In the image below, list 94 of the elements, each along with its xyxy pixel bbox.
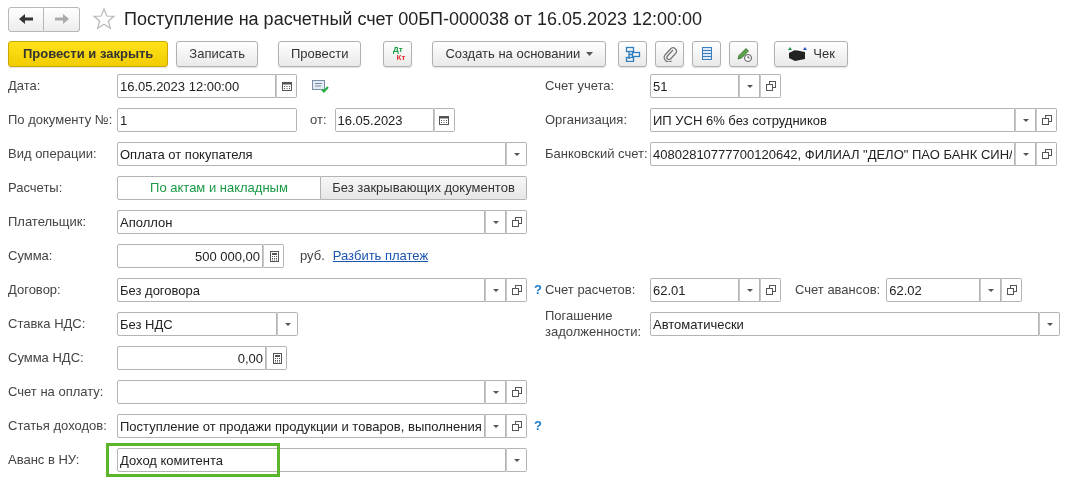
calendar-icon bbox=[280, 80, 293, 92]
input-field[interactable]: Оплата от покупателя bbox=[117, 142, 506, 166]
open-icon bbox=[764, 284, 777, 296]
window-title: Поступление на расчетный счет 00БП-000038 от 16.05.2023 12:00:00 bbox=[124, 7, 703, 31]
open-button[interactable] bbox=[506, 414, 527, 438]
field-label: от: bbox=[310, 111, 327, 130]
input-field[interactable]: Автоматически bbox=[650, 312, 1039, 336]
field-label: Сумма НДС: bbox=[8, 349, 85, 368]
input-field[interactable]: 62.01 bbox=[650, 278, 739, 302]
field-label: По документу №: bbox=[8, 111, 114, 130]
field-label: Вид операции: bbox=[8, 145, 98, 164]
field-label: Организация: bbox=[545, 112, 629, 128]
field-label: Счет учета: bbox=[545, 78, 616, 94]
toolbar-icon-button[interactable] bbox=[692, 40, 722, 67]
input-field[interactable]: ИП УСН 6% без сотрудников bbox=[650, 108, 1015, 132]
open-icon bbox=[1040, 148, 1053, 160]
field-label: Счет на оплату: bbox=[8, 383, 105, 402]
field-label: Аванс в НУ: bbox=[8, 451, 81, 470]
field-label: Плательщик: bbox=[8, 213, 88, 232]
receipt-button[interactable]: Чек bbox=[774, 40, 848, 67]
field-label: Статья доходов: bbox=[8, 417, 108, 436]
input-field[interactable]: 16.05.2023 12:00:00 bbox=[117, 74, 276, 98]
open-icon bbox=[510, 216, 523, 228]
open-button[interactable] bbox=[760, 278, 781, 302]
document-check-icon bbox=[311, 79, 329, 93]
open-icon bbox=[764, 80, 777, 92]
split-payment-link[interactable]: Разбить платеж bbox=[332, 246, 429, 266]
input-field[interactable]: Без договора bbox=[117, 278, 485, 302]
dropdown-button[interactable] bbox=[277, 312, 298, 336]
dropdown-button[interactable] bbox=[506, 142, 527, 166]
input-field[interactable]: Доход комитента bbox=[117, 448, 506, 472]
open-button[interactable] bbox=[1036, 142, 1057, 166]
field-label: Погашение задолженности: bbox=[545, 308, 643, 340]
forward-arrow-icon bbox=[53, 13, 70, 25]
open-icon bbox=[510, 386, 523, 398]
open-button[interactable] bbox=[1001, 278, 1023, 302]
calculator-icon bbox=[270, 352, 283, 364]
open-icon bbox=[510, 284, 523, 296]
toggle-option[interactable]: По актам и накладным bbox=[117, 176, 321, 200]
input-field[interactable]: 51 bbox=[650, 74, 739, 98]
open-icon bbox=[1005, 284, 1018, 296]
toolbar-button[interactable]: Записать bbox=[176, 40, 258, 67]
field-label: Сумма: bbox=[8, 247, 54, 266]
help-link[interactable]: ? bbox=[534, 280, 542, 300]
field-label: Договор: bbox=[8, 281, 62, 300]
calendar-button[interactable] bbox=[276, 74, 297, 98]
open-button[interactable] bbox=[760, 74, 781, 98]
toolbar-icon-button[interactable] bbox=[655, 40, 685, 67]
calendar-button[interactable] bbox=[433, 108, 455, 132]
field-label: Расчеты: bbox=[8, 179, 64, 198]
input-field[interactable]: 500 000,00 bbox=[117, 244, 263, 268]
field-label: Счет расчетов: bbox=[545, 282, 637, 298]
back-button[interactable] bbox=[8, 6, 44, 32]
help-link[interactable]: ? bbox=[534, 416, 542, 436]
back-arrow-icon bbox=[18, 13, 34, 25]
post-and-close-button[interactable]: Провести и закрыть bbox=[8, 40, 169, 67]
input-field[interactable]: 0,00 bbox=[117, 346, 266, 370]
calculator-button[interactable] bbox=[266, 346, 287, 370]
dropdown-button[interactable] bbox=[1039, 312, 1060, 336]
open-icon bbox=[510, 420, 523, 432]
input-field[interactable]: Аполлон bbox=[117, 210, 485, 234]
field-label: Банковский счет: bbox=[545, 146, 649, 162]
toolbar-button[interactable]: Провести bbox=[277, 40, 362, 67]
open-button[interactable] bbox=[1036, 108, 1057, 132]
field-label: Счет авансов: bbox=[795, 281, 881, 300]
dropdown-button[interactable] bbox=[506, 448, 527, 472]
input-field[interactable]: Поступление от продажи продукции и товаров, выполнения bbox=[117, 414, 485, 438]
input-field[interactable]: 1 bbox=[117, 108, 297, 132]
open-button[interactable] bbox=[506, 278, 527, 302]
create-based-on-button[interactable]: Создать на основании bbox=[432, 40, 607, 67]
input-field[interactable]: 62.02 bbox=[886, 278, 981, 302]
toggle-option[interactable]: Без закрывающих документов bbox=[321, 176, 527, 200]
calculator-icon bbox=[267, 250, 280, 262]
star-icon[interactable] bbox=[92, 7, 116, 31]
input-field[interactable]: 16.05.2023 bbox=[334, 108, 434, 132]
calculator-button[interactable] bbox=[263, 244, 284, 268]
toolbar-icon-button[interactable] bbox=[729, 40, 759, 67]
field-label: Дата: bbox=[8, 77, 42, 96]
structure-icon bbox=[624, 45, 641, 62]
input-field[interactable]: Без НДС bbox=[117, 312, 277, 336]
paperclip-icon bbox=[661, 45, 678, 62]
calendar-icon bbox=[438, 114, 450, 126]
pencil-clock-icon bbox=[735, 45, 752, 62]
input-field[interactable] bbox=[117, 380, 485, 404]
open-icon bbox=[1040, 114, 1053, 126]
field-label: руб. bbox=[300, 247, 325, 266]
printer-icon bbox=[787, 45, 808, 62]
caret-icon bbox=[586, 51, 594, 56]
open-button[interactable] bbox=[506, 380, 527, 404]
debit-credit-button[interactable]: Дт Кт bbox=[383, 40, 413, 67]
toolbar-icon-button[interactable] bbox=[618, 40, 648, 67]
input-field[interactable]: 40802810777700120642, ФИЛИАЛ "ДЕЛО" ПАО БАНК СИН/ bbox=[650, 142, 1015, 166]
open-button[interactable] bbox=[506, 210, 527, 234]
field-label: Ставка НДС: bbox=[8, 315, 87, 334]
